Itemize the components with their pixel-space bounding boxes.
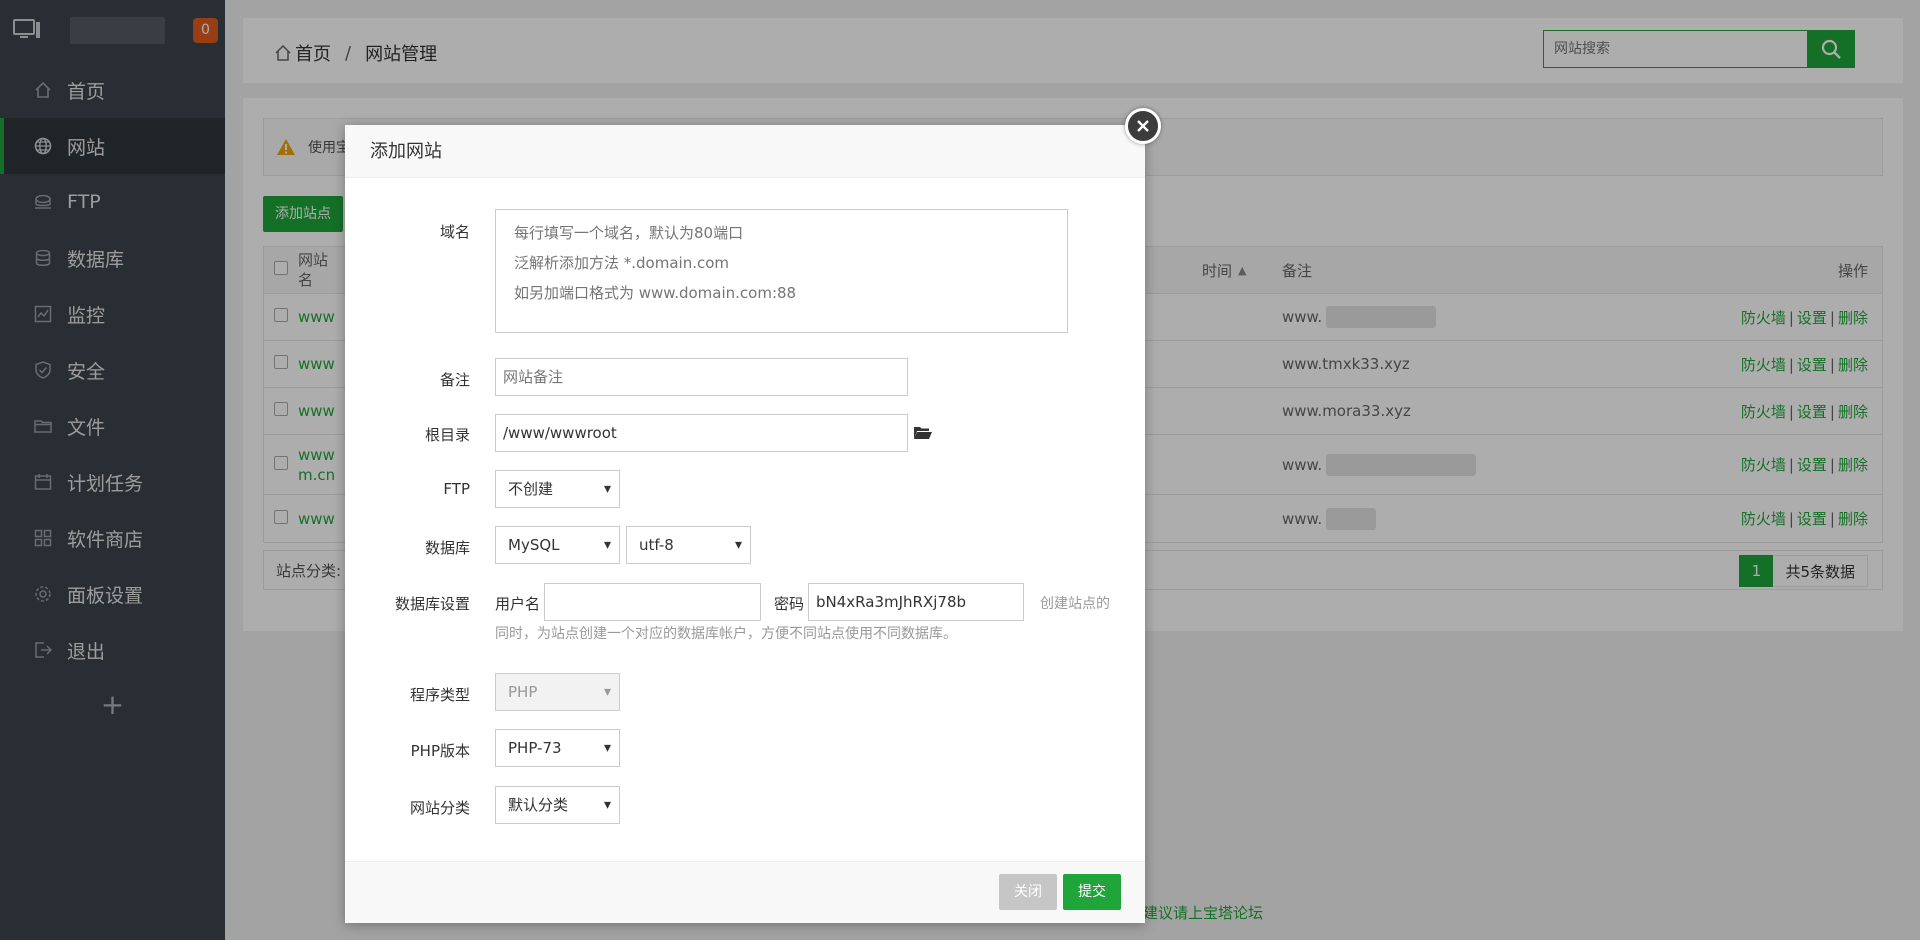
database-type-select[interactable]: MySQL	[495, 526, 620, 564]
ftp-select[interactable]: 不创建	[495, 470, 620, 508]
folder-open-icon[interactable]	[913, 425, 933, 441]
remark-input[interactable]	[495, 358, 908, 396]
submit-button[interactable]: 提交	[1063, 874, 1121, 910]
database-charset-select[interactable]: utf-8	[626, 526, 751, 564]
root-dir-label: 根目录	[424, 426, 470, 444]
domain-textarea[interactable]	[495, 209, 1068, 333]
dialog-close-button[interactable]	[1125, 108, 1161, 144]
domain-label: 域名	[439, 223, 470, 241]
close-button[interactable]: 关闭	[999, 874, 1057, 910]
db-help-text-2: 同时，为站点创建一个对应的数据库帐户，方便不同站点使用不同数据库。	[495, 626, 957, 642]
site-category-label: 网站分类	[409, 799, 470, 817]
close-icon	[1137, 120, 1149, 132]
dialog-footer: 关闭 提交	[345, 861, 1145, 923]
site-category-select[interactable]: 默认分类	[495, 786, 620, 824]
db-username-label: 用户名	[495, 595, 541, 613]
php-version-label: PHP版本	[410, 742, 470, 760]
database-label: 数据库	[424, 539, 470, 557]
db-help-text-1: 创建站点的	[1040, 596, 1110, 612]
program-type-label: 程序类型	[409, 686, 470, 704]
root-dir-input[interactable]	[495, 414, 908, 452]
program-type-select: PHP	[495, 673, 620, 711]
db-username-input[interactable]	[544, 583, 761, 621]
ftp-label: FTP	[443, 480, 470, 498]
db-password-input[interactable]	[808, 583, 1024, 621]
db-settings-label: 数据库设置	[394, 595, 470, 613]
remark-label: 备注	[439, 371, 470, 389]
dialog-title: 添加网站	[345, 125, 1145, 178]
add-site-dialog: 添加网站 域名 备注 根目录 FTP 不创建 数据库 MySQL utf-8 数…	[345, 108, 1161, 923]
php-version-select[interactable]: PHP-73	[495, 729, 620, 767]
db-password-label: 密码	[774, 595, 805, 613]
